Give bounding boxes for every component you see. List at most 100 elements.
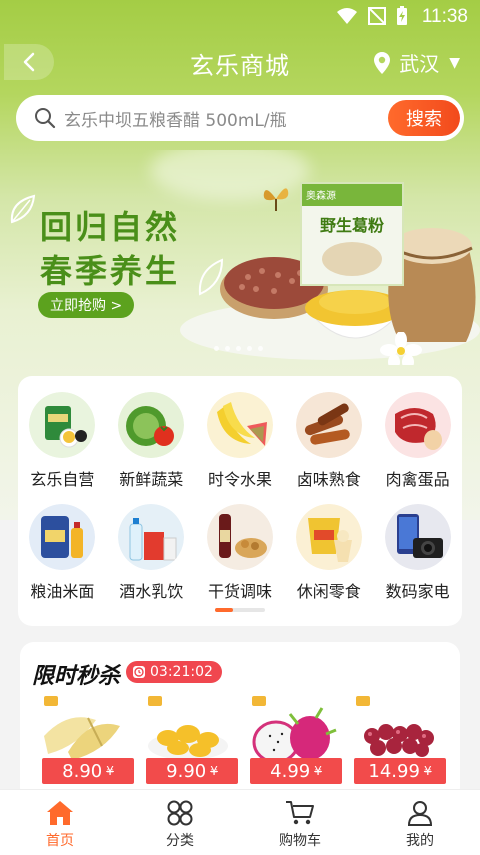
price-value: 8.90 <box>62 760 103 782</box>
brand-tag-icon <box>148 696 162 706</box>
countdown-timer: 03:21:02 <box>126 661 222 683</box>
nav-home[interactable]: 首页 <box>0 790 120 855</box>
category-card: 玄乐自营 新鲜蔬菜 时令水果 卤味熟食 肉禽蛋品 粮油米面 酒水乳饮 干货调味 … <box>18 376 462 626</box>
bottom-navigation: 首页 分类 购物车 我的 <box>0 789 480 855</box>
flower-decoration-icon <box>380 332 422 365</box>
brand-tag-icon <box>252 696 266 706</box>
nav-label: 我的 <box>406 833 434 849</box>
product-package-image: 奥森源 野生葛粉 <box>300 182 404 286</box>
banner-headline-1: 回归自然 <box>40 208 181 246</box>
product-price: 9.90 ¥ <box>146 758 238 784</box>
grapes-image <box>364 724 434 757</box>
braised-meat-icon <box>295 392 362 458</box>
no-signal-icon <box>368 7 386 25</box>
butterfly-icon <box>263 188 289 211</box>
promo-banner[interactable]: 回归自然 春季养生 立即抢购 > 奥森源 野生葛粉 <box>0 150 480 365</box>
caret-down-icon: ▼ <box>449 54 460 71</box>
category-pagination <box>215 608 265 612</box>
price-currency: ¥ <box>210 764 218 778</box>
category-item[interactable]: 卤味熟食 <box>284 392 373 490</box>
cabbage-icon <box>118 392 185 458</box>
home-icon <box>47 801 73 825</box>
category-item[interactable]: 时令水果 <box>196 392 285 490</box>
category-item[interactable]: 休闲零食 <box>284 504 373 602</box>
dragon-fruit-image <box>252 707 337 764</box>
nav-profile[interactable]: 我的 <box>360 790 480 855</box>
seasoning-icon <box>206 504 273 570</box>
banner-cta-button[interactable]: 立即抢购 > <box>38 292 135 318</box>
price-currency: ¥ <box>314 764 322 778</box>
search-bar[interactable]: 玄乐中坝五粮香醋 500mL/瓶 搜索 <box>16 95 464 141</box>
category-label: 时令水果 <box>207 470 272 489</box>
grocery-pack-icon <box>29 392 96 458</box>
location-selector[interactable]: 武汉 ▼ <box>373 48 460 77</box>
drinks-icon <box>118 504 185 570</box>
product-card[interactable]: 4.99 ¥ <box>246 694 342 792</box>
product-card[interactable]: 8.90 ¥ <box>38 694 134 792</box>
price-currency: ¥ <box>106 764 114 778</box>
nav-cart[interactable]: 购物车 <box>240 790 360 855</box>
nav-label: 购物车 <box>279 833 321 849</box>
product-price: 8.90 ¥ <box>42 758 134 784</box>
flash-sale-card: 限时秒杀 03:21:02 8.90 ¥ 9.90 ¥ 4.99 ¥ 14.99 ¥ <box>20 642 460 802</box>
price-currency: ¥ <box>423 764 432 778</box>
category-item[interactable]: 新鲜蔬菜 <box>107 392 196 490</box>
price-value: 4.99 <box>270 760 311 782</box>
category-label: 粮油米面 <box>30 582 95 601</box>
brand-tag-icon <box>44 696 58 706</box>
location-pin-icon <box>374 51 391 74</box>
banana-icon <box>206 392 273 458</box>
package-brand: 奥森源 <box>302 184 402 206</box>
category-item[interactable]: 玄乐自营 <box>18 392 107 490</box>
nav-category[interactable]: 分类 <box>120 790 240 855</box>
search-icon <box>34 107 56 129</box>
user-icon <box>407 801 433 826</box>
category-label: 酒水乳饮 <box>119 582 184 601</box>
category-label: 新鲜蔬菜 <box>119 470 184 489</box>
nav-label: 首页 <box>46 833 74 849</box>
rice-oil-icon <box>29 504 96 570</box>
price-value: 9.90 <box>166 760 207 782</box>
category-label: 干货调味 <box>207 582 272 601</box>
search-input[interactable]: 玄乐中坝五粮香醋 500mL/瓶 <box>64 106 388 131</box>
price-value: 14.99 <box>368 760 420 782</box>
category-label: 肉禽蛋品 <box>385 470 450 489</box>
category-item[interactable]: 粮油米面 <box>18 504 107 602</box>
package-name: 野生葛粉 <box>319 216 384 235</box>
alarm-clock-icon <box>133 666 145 678</box>
brand-tag-icon <box>356 696 370 706</box>
package-grain <box>322 242 382 276</box>
jackfruit-image <box>148 725 228 760</box>
category-icon <box>167 800 193 826</box>
flash-sale-title: 限时秒杀 <box>32 664 121 689</box>
category-item[interactable]: 数码家电 <box>373 504 462 602</box>
snack-icon <box>295 504 362 570</box>
back-button[interactable] <box>4 44 54 80</box>
countdown-value: 03:21:02 <box>150 664 213 680</box>
camera-phone-icon <box>384 504 451 570</box>
category-label: 休闲零食 <box>296 582 361 601</box>
status-bar: 11:38 <box>0 0 480 34</box>
category-item[interactable]: 酒水乳饮 <box>107 504 196 602</box>
category-item[interactable]: 干货调味 <box>196 504 285 602</box>
product-card[interactable]: 14.99 ¥ <box>350 694 446 792</box>
battery-charging-icon <box>397 6 407 25</box>
product-price: 14.99 ¥ <box>354 758 446 784</box>
wifi-icon <box>337 8 357 24</box>
category-grid: 玄乐自营 新鲜蔬菜 时令水果 卤味熟食 肉禽蛋品 粮油米面 酒水乳饮 干货调味 … <box>18 392 462 602</box>
category-label: 卤味熟食 <box>296 470 361 489</box>
product-card[interactable]: 9.90 ¥ <box>142 694 238 792</box>
category-item[interactable]: 肉禽蛋品 <box>373 392 462 490</box>
location-label: 武汉 <box>399 52 440 76</box>
app-header: 玄乐商城 武汉 ▼ <box>0 36 480 88</box>
meat-egg-icon <box>384 392 451 458</box>
banner-headline-2: 春季养生 <box>40 252 181 290</box>
cart-icon <box>286 801 314 825</box>
category-label: 数码家电 <box>385 582 450 601</box>
pagination-indicator <box>215 608 233 612</box>
search-button[interactable]: 搜索 <box>388 100 460 136</box>
chevron-left-icon <box>23 52 35 72</box>
status-time: 11:38 <box>421 6 468 27</box>
category-label: 玄乐自营 <box>30 470 95 489</box>
product-price: 4.99 ¥ <box>250 758 342 784</box>
